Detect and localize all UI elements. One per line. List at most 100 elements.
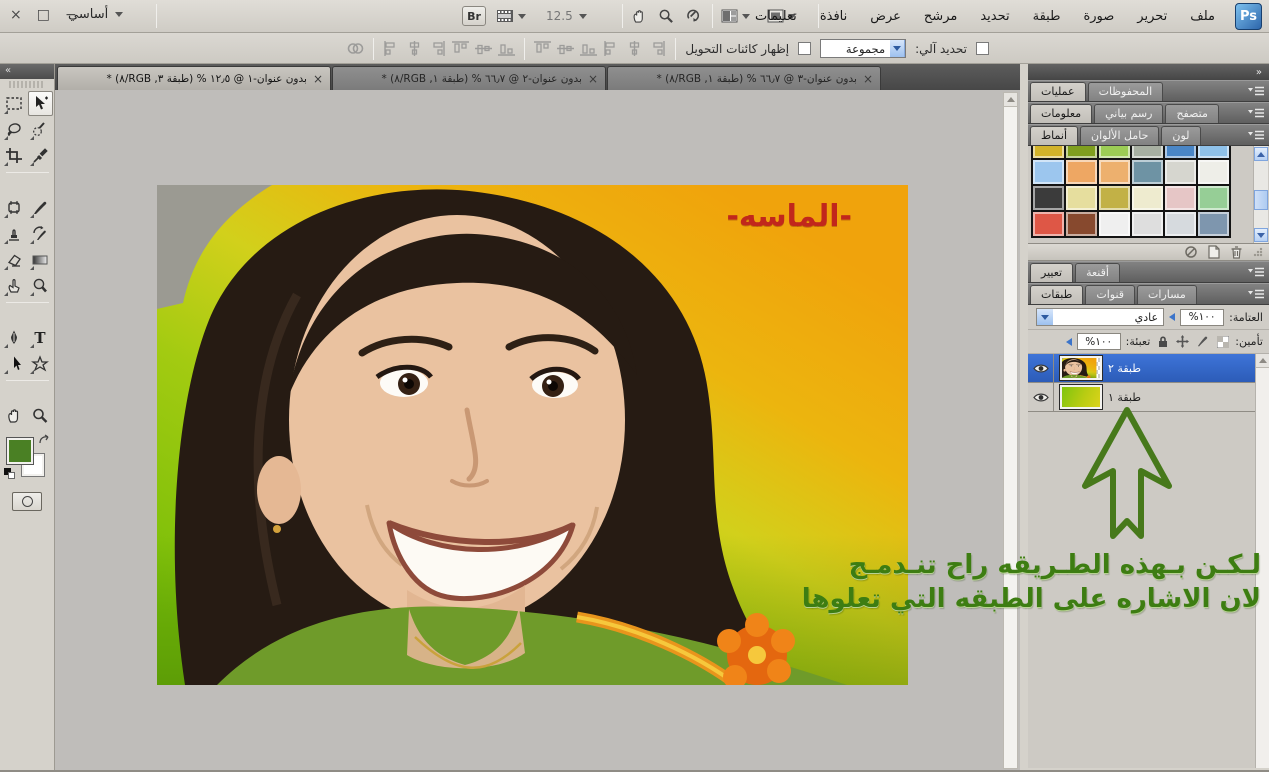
fill-slider-arrow-icon[interactable] — [1066, 338, 1072, 346]
style-swatch[interactable] — [1198, 146, 1231, 160]
new-style-button[interactable] — [1208, 245, 1220, 259]
layers-scrollbar[interactable] — [1255, 354, 1269, 768]
menu-item[interactable]: تحديد — [978, 7, 1011, 26]
styles-scrollbar[interactable] — [1253, 146, 1268, 243]
style-swatch[interactable] — [1099, 212, 1132, 238]
document-tab[interactable]: ×بدون عنوان-٣ @ ٦٦٫٧ % (طبقة ١, RGB/٨) * — [607, 66, 881, 90]
auto-select-checkbox[interactable] — [976, 42, 989, 55]
canvas-pasteboard[interactable]: -الماسه- — [55, 90, 1020, 772]
opacity-value-field[interactable]: %١٠٠ — [1180, 309, 1224, 326]
panel-tab[interactable]: متصفح — [1165, 104, 1218, 123]
style-swatch[interactable] — [1099, 186, 1132, 212]
panel-tab[interactable]: معلومات — [1030, 104, 1092, 123]
lock-transparency-button[interactable] — [1215, 334, 1230, 349]
lock-all-button[interactable] — [1155, 334, 1170, 349]
launch-bridge-button[interactable]: Br — [462, 6, 486, 26]
layer-thumbnail[interactable] — [1060, 385, 1102, 409]
scroll-up-button[interactable] — [1004, 93, 1017, 107]
style-swatch[interactable] — [1165, 146, 1198, 160]
style-swatch[interactable] — [1099, 160, 1132, 186]
hand-tool[interactable] — [2, 403, 27, 428]
panel-tab[interactable]: مسارات — [1137, 285, 1197, 304]
menu-item[interactable]: صورة — [1081, 7, 1116, 26]
arrange-documents-button[interactable] — [721, 5, 750, 27]
menu-item[interactable]: عرض — [868, 7, 903, 26]
path-selection-tool[interactable] — [2, 351, 27, 376]
auto-select-mode-dropdown[interactable]: مجموعة — [820, 39, 906, 58]
layer-row[interactable]: طبقة ١ — [1028, 383, 1255, 412]
collapse-panels-button[interactable]: » — [1028, 64, 1269, 80]
brush-tool[interactable] — [28, 195, 53, 220]
style-swatch[interactable] — [1132, 160, 1165, 186]
align-middle-button[interactable] — [557, 41, 574, 56]
document-tab[interactable]: ×بدون عنوان-١ @ ١٢٫٥ % (طبقة ٣, RGB/٨) * — [57, 66, 331, 90]
align-bottom-button[interactable] — [580, 41, 597, 56]
zoom-level-selector[interactable]: 12.5 — [546, 5, 587, 27]
marquee-tool[interactable] — [2, 91, 27, 116]
blend-mode-dropdown[interactable]: عادي — [1036, 308, 1164, 326]
gradient-tool[interactable] — [28, 247, 53, 272]
eraser-tool[interactable] — [2, 247, 27, 272]
style-swatch[interactable] — [1198, 212, 1231, 238]
style-swatch[interactable] — [1132, 146, 1165, 160]
foreground-color-swatch[interactable] — [7, 438, 33, 464]
style-swatch[interactable] — [1066, 146, 1099, 160]
panel-tab[interactable]: لون — [1161, 126, 1200, 145]
panel-tab[interactable]: المحفوظات — [1088, 82, 1164, 101]
rotate-view-shortcut[interactable] — [685, 5, 701, 27]
show-transform-checkbox[interactable] — [798, 42, 811, 55]
history-brush-tool[interactable] — [28, 221, 53, 246]
maximize-window-button[interactable]: □ — [37, 7, 50, 23]
dodge-tool[interactable] — [28, 273, 53, 298]
style-swatch[interactable] — [1033, 160, 1066, 186]
panel-tab[interactable]: قنوات — [1085, 285, 1135, 304]
fill-value-field[interactable]: %١٠٠ — [1077, 333, 1121, 350]
panel-tab[interactable]: أقنعة — [1075, 263, 1120, 282]
layer-row[interactable]: طبقة ٢ — [1028, 354, 1255, 383]
style-swatch[interactable] — [1165, 186, 1198, 212]
panel-tab[interactable]: حامل الألوان — [1080, 126, 1159, 145]
panel-tab[interactable]: عمليات — [1030, 82, 1086, 101]
style-swatch[interactable] — [1132, 212, 1165, 238]
style-swatch[interactable] — [1099, 146, 1132, 160]
view-extras-button[interactable] — [496, 5, 526, 27]
distribute-right-button[interactable] — [498, 41, 515, 56]
panel-menu-button[interactable] — [1248, 108, 1264, 119]
tab-close-button[interactable]: × — [863, 73, 873, 85]
smudge-tool[interactable] — [2, 273, 27, 298]
lock-pixels-button[interactable] — [1195, 334, 1210, 349]
menu-item[interactable]: تعليمات — [753, 7, 799, 26]
document-tab[interactable]: ×بدون عنوان-٢ @ ٦٦٫٧ % (طبقة ١, RGB/٨) * — [332, 66, 606, 90]
panel-menu-button[interactable] — [1248, 130, 1264, 141]
pen-tool[interactable] — [2, 325, 27, 350]
style-swatch[interactable] — [1066, 186, 1099, 212]
align-center-button[interactable] — [626, 41, 643, 56]
panel-menu-button[interactable] — [1248, 86, 1264, 97]
clone-stamp-tool[interactable] — [2, 221, 27, 246]
delete-style-button[interactable] — [1230, 245, 1243, 259]
tools-panel-collapse[interactable]: « — [0, 64, 54, 79]
distribute-bottom-button[interactable] — [429, 41, 446, 56]
eyedropper-tool[interactable] — [28, 143, 53, 168]
align-left-button[interactable] — [603, 41, 620, 56]
distribute-middle-button[interactable] — [406, 41, 423, 56]
style-swatch[interactable] — [1198, 186, 1231, 212]
opacity-slider-arrow-icon[interactable] — [1169, 313, 1175, 321]
scroll-thumb[interactable] — [1254, 190, 1268, 210]
panel-tab[interactable]: رسم بياني — [1094, 104, 1163, 123]
canvas-vertical-scrollbar[interactable] — [1003, 92, 1018, 769]
style-swatch[interactable] — [1165, 160, 1198, 186]
custom-shape-tool[interactable] — [28, 351, 53, 376]
type-tool[interactable]: T — [28, 325, 53, 350]
quick-selection-tool[interactable] — [28, 117, 53, 142]
healing-brush-tool[interactable] — [2, 195, 27, 220]
align-top-button[interactable] — [534, 41, 551, 56]
style-swatch[interactable] — [1198, 160, 1231, 186]
zoom-tool[interactable] — [28, 403, 53, 428]
menu-item[interactable]: ملف — [1188, 7, 1217, 26]
panel-tab[interactable]: أنماط — [1030, 126, 1078, 145]
hand-tool-shortcut[interactable] — [631, 5, 647, 27]
panel-tab[interactable]: تعيير — [1030, 263, 1073, 282]
style-swatch[interactable] — [1033, 212, 1066, 238]
scroll-up-button[interactable] — [1256, 354, 1269, 368]
